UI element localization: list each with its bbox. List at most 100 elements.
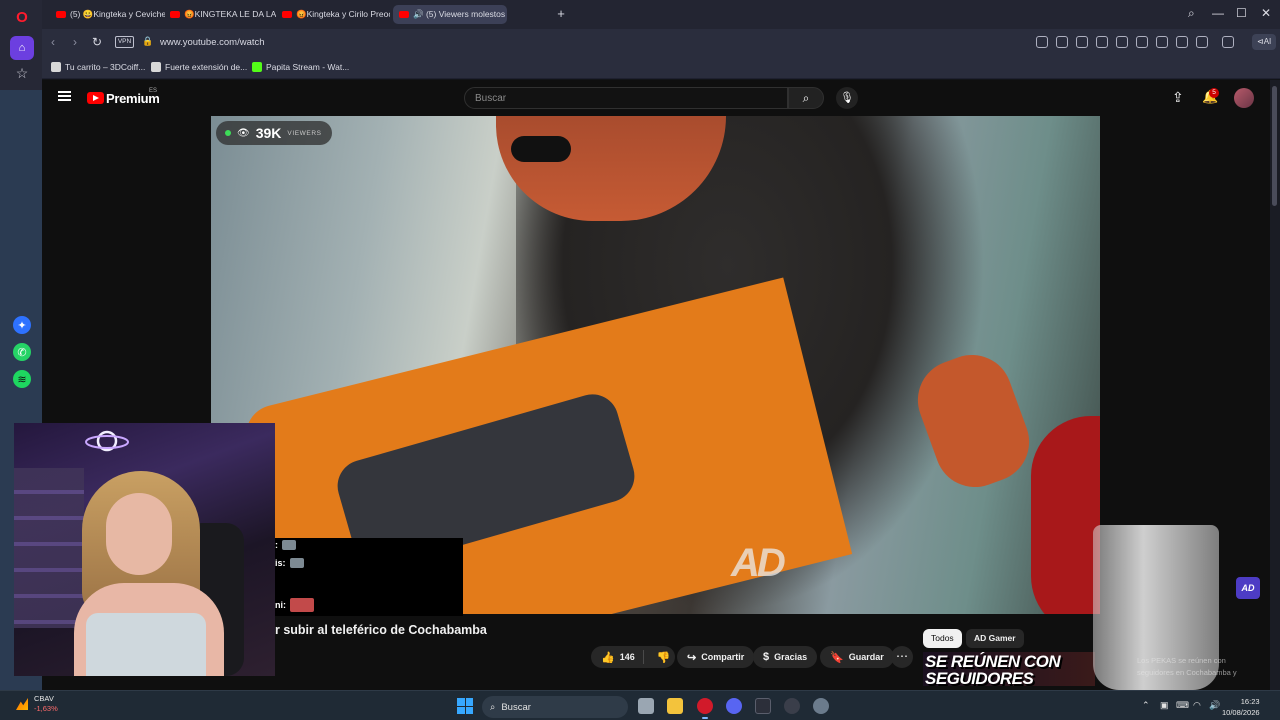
microphone-icon[interactable]: 🎙	[836, 87, 858, 109]
reload-icon[interactable]: ↻	[92, 35, 102, 49]
youtube-favicon-icon	[282, 11, 292, 18]
app-icon[interactable]	[784, 698, 800, 714]
windows-start-icon[interactable]	[457, 698, 473, 714]
lens-search-icon[interactable]	[1036, 36, 1048, 48]
tray-app-icon[interactable]: ▣	[1160, 700, 1169, 711]
thumbs-down-icon: 👎	[656, 651, 671, 664]
stock-text: CBAV -1,63%	[34, 694, 58, 714]
shield-icon[interactable]	[1096, 36, 1108, 48]
search-button[interactable]: ⌕	[788, 87, 824, 109]
video-title: r subir al teleférico de Cochabamba	[275, 623, 487, 637]
opera-logo-icon[interactable]: O	[13, 8, 31, 26]
video-popout-icon[interactable]	[1136, 36, 1148, 48]
share-button[interactable]: ↪ Compartir	[677, 646, 755, 668]
messenger-icon[interactable]: ✦	[13, 316, 31, 334]
close-icon[interactable]: ✕	[1261, 6, 1271, 20]
like-button[interactable]: 👍 146	[591, 650, 644, 664]
chat-user: is:	[275, 558, 286, 568]
notification-count-badge: 5	[1209, 88, 1219, 98]
task-view-icon[interactable]	[638, 698, 654, 714]
send-icon[interactable]	[1116, 36, 1128, 48]
taskbar-clock[interactable]: 16:23 10/08/2026	[1222, 696, 1260, 718]
opera-gx-icon[interactable]	[697, 698, 713, 719]
spotify-icon[interactable]: ≋	[13, 370, 31, 388]
hamburger-menu-icon[interactable]	[58, 91, 71, 101]
youtube-logo-icon[interactable]	[87, 92, 104, 104]
chat-emote-icon	[282, 540, 296, 550]
bookmark-favicon-icon	[151, 62, 161, 72]
discord-icon[interactable]	[726, 698, 742, 714]
tab-kingteka-cirilo[interactable]: 😡Kingteka y Cirilo Preoc	[276, 5, 390, 24]
whatsapp-icon[interactable]: ✆	[13, 343, 31, 361]
thanks-button[interactable]: $ Gracias	[753, 646, 818, 668]
tab-kingteka-le-da[interactable]: 😡KINGTEKA LE DA LA C	[164, 5, 276, 24]
tab-label: (5) 😀Kingteka y Cevicher	[70, 9, 165, 19]
dislike-button[interactable]: 👎	[649, 651, 681, 664]
stock-widget[interactable]: CBAV -1,63%	[16, 694, 58, 714]
tab-kingteka-cevichero[interactable]: (5) 😀Kingteka y Cevicher	[50, 5, 165, 24]
tab-label: 🔊 (5) Viewers molestos c	[413, 9, 507, 19]
recommended-thumbnail[interactable]: SE REÚNEN CON SEGUIDORES	[923, 652, 1095, 686]
easy-setup-icon[interactable]	[1176, 36, 1188, 48]
chat-user: :	[275, 540, 278, 550]
chip-todos[interactable]: Todos	[923, 629, 962, 648]
obs-icon[interactable]	[755, 698, 771, 714]
file-explorer-icon[interactable]	[667, 698, 683, 714]
webcam-shelf	[14, 468, 84, 628]
channel-logo[interactable]: AD	[1236, 577, 1260, 599]
language-icon[interactable]: ⌨	[1176, 700, 1189, 711]
recommended-video-title[interactable]: Los PEKAS se reúnen con seguidores en Co…	[1137, 655, 1262, 679]
share-label: Compartir	[701, 652, 745, 662]
download-icon[interactable]	[1156, 36, 1168, 48]
back-icon[interactable]: ‹	[51, 35, 55, 49]
edit-icon[interactable]	[1056, 36, 1068, 48]
search-input[interactable]	[465, 88, 787, 109]
camera-icon[interactable]	[1076, 36, 1088, 48]
tab-bar: (5) 😀Kingteka y Cevicher 😡KINGTEKA LE DA…	[42, 0, 1280, 29]
scrollbar-thumb[interactable]	[1272, 86, 1277, 206]
profile-icon[interactable]	[1196, 36, 1208, 48]
thanks-label: Gracias	[774, 652, 808, 662]
youtube-header: Premium ES ⌕ 🎙 ⇪ 🔔 5	[42, 80, 1270, 116]
chat-user: ni:	[275, 600, 286, 610]
thanks-icon: $	[763, 651, 770, 663]
extensions-icon[interactable]	[1222, 36, 1234, 48]
clock-time: 16:23	[1240, 697, 1260, 706]
tab-label: 😡KINGTEKA LE DA LA C	[184, 9, 276, 19]
bookmark-papita-stream[interactable]: Papita Stream - Wat...	[252, 62, 349, 72]
search-tabs-icon[interactable]: ⌕	[1188, 6, 1195, 21]
upload-icon[interactable]: ⇪	[1172, 89, 1184, 106]
avatar[interactable]	[1234, 88, 1254, 108]
save-button[interactable]: 🔖 Guardar	[820, 646, 894, 668]
maximize-icon[interactable]: ☐	[1236, 6, 1247, 20]
settings-gear-icon[interactable]	[813, 698, 829, 714]
wifi-icon[interactable]: ◠	[1193, 700, 1201, 711]
chat-line: :	[275, 540, 296, 550]
search-field[interactable]	[464, 87, 788, 109]
webcam-top	[86, 613, 206, 676]
planet-neon-icon	[85, 430, 129, 452]
thumbs-up-icon: 👍	[601, 651, 615, 664]
tray-chevron-icon[interactable]: ⌃	[1142, 700, 1150, 711]
more-actions-button[interactable]: ⋯	[891, 646, 913, 668]
vpn-badge[interactable]: VPN	[115, 36, 134, 48]
volume-icon[interactable]: 🔊	[1209, 700, 1220, 711]
video-frame-glasses	[511, 136, 571, 162]
like-dislike-group: 👍 146 👎	[591, 646, 675, 668]
aria-ai-button[interactable]: ⊲AI	[1252, 34, 1277, 50]
lock-icon[interactable]: 🔒	[142, 36, 153, 47]
search-icon: ⌕	[490, 701, 496, 713]
bookmark-3dcoiff[interactable]: Tu carrito – 3DCoiff...	[51, 62, 145, 72]
star-icon[interactable]: ☆	[13, 64, 31, 82]
bookmark-fuerte-extension[interactable]: Fuerte extensión de...	[151, 62, 247, 72]
chip-ad-gamer[interactable]: AD Gamer	[966, 629, 1024, 648]
video-watermark: AD	[731, 541, 786, 585]
url-field[interactable]: www.youtube.com/watch	[160, 37, 265, 48]
minimize-icon[interactable]: —	[1212, 6, 1224, 20]
home-icon[interactable]: ⌂	[10, 36, 34, 60]
taskbar-search-label: Buscar	[501, 701, 531, 713]
taskbar-search[interactable]: ⌕ Buscar	[482, 696, 628, 718]
forward-icon[interactable]: ›	[73, 35, 77, 49]
new-tab-button[interactable]: +	[554, 7, 568, 21]
tab-viewers-molestos[interactable]: 🔊 (5) Viewers molestos c	[393, 5, 507, 24]
